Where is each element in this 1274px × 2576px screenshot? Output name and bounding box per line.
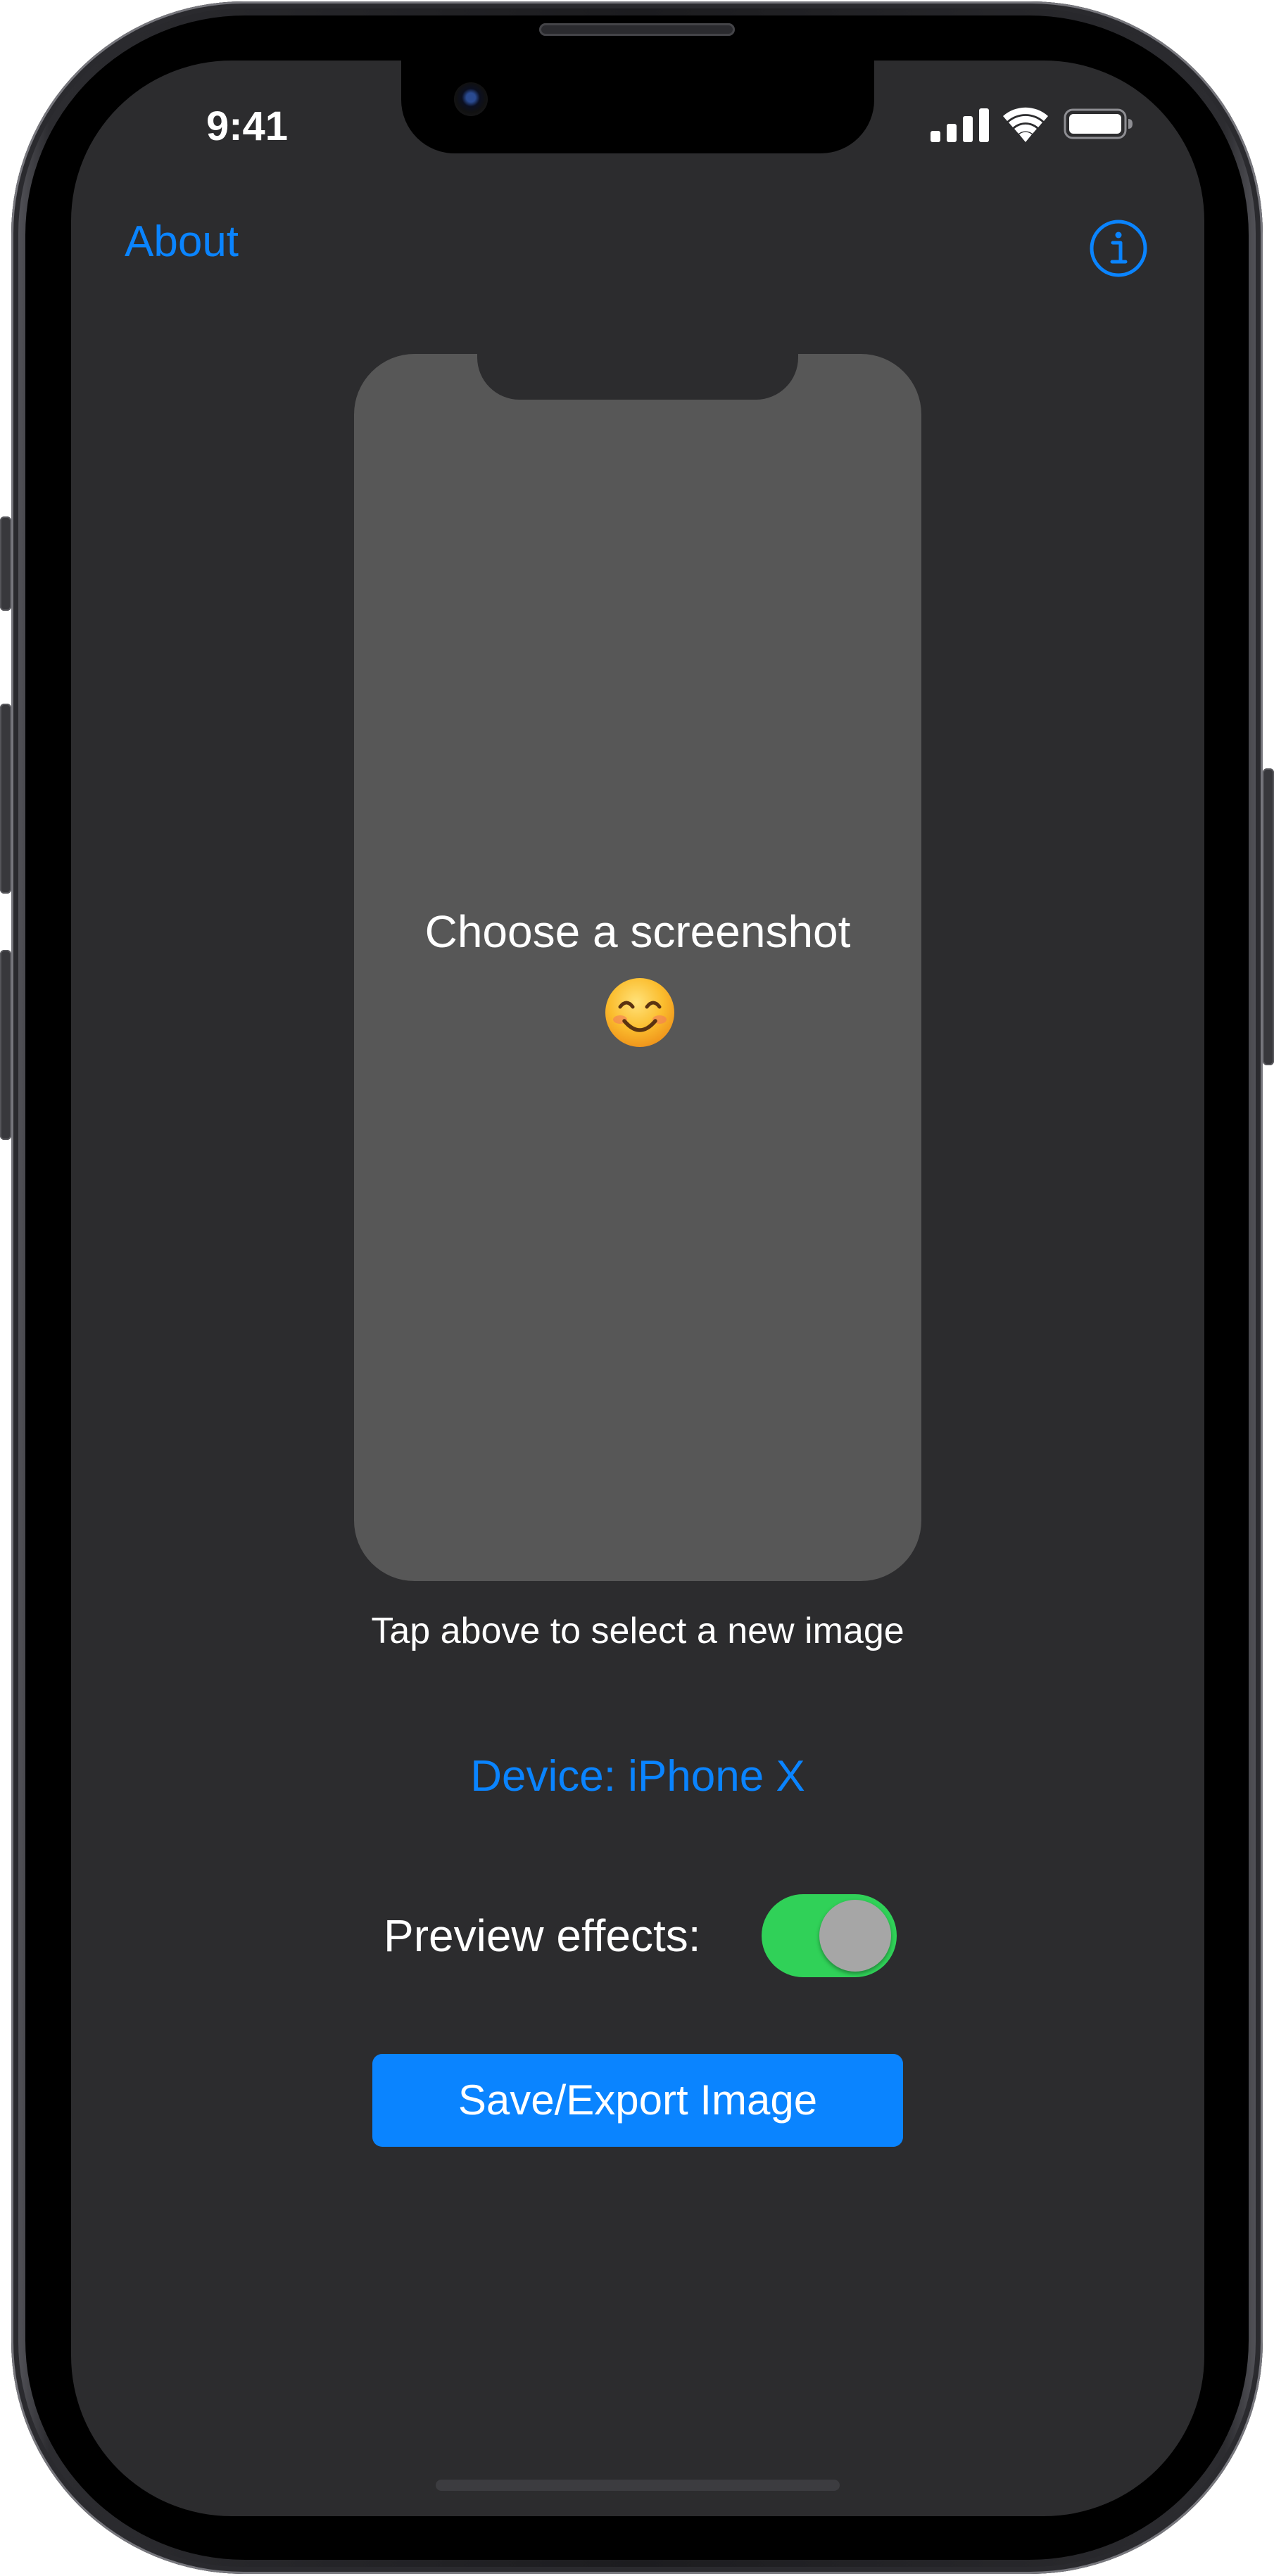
status-time: 9:41 (206, 103, 289, 149)
home-indicator (436, 2480, 840, 2491)
screenshot-preview[interactable]: Choose a screenshot (354, 353, 921, 1581)
tap-hint-text: Tap above to select a new image (371, 1611, 904, 1651)
save-export-button[interactable]: Save/Export Image (372, 2054, 903, 2147)
smiling-face-emoji-icon (605, 978, 674, 1047)
wifi-icon (1003, 107, 1048, 142)
device-selector-link[interactable]: Device: iPhone X (71, 1745, 1204, 1808)
about-link[interactable]: About (125, 214, 239, 270)
toggle-knob (819, 1900, 891, 1972)
preview-effects-toggle[interactable] (762, 1894, 897, 1977)
volume-down-button (0, 950, 11, 1140)
power-button (1263, 768, 1274, 1065)
choose-screenshot-label: Choose a screenshot (424, 906, 851, 957)
silent-switch (0, 516, 11, 611)
volume-up-button (0, 704, 11, 894)
battery-icon (1064, 108, 1133, 139)
cellular-signal-icon (931, 108, 989, 142)
front-camera (454, 82, 488, 116)
preview-effects-label: Preview effects: (384, 1910, 701, 1961)
speaker-grille (539, 23, 735, 36)
preview-notch (477, 353, 798, 400)
info-circle-icon[interactable] (1088, 218, 1149, 279)
app-screen: 9:41 About Choose a screenshot Tap above… (71, 61, 1204, 2516)
device-mockup: 9:41 About Choose a screenshot Tap above… (0, 0, 1274, 2576)
